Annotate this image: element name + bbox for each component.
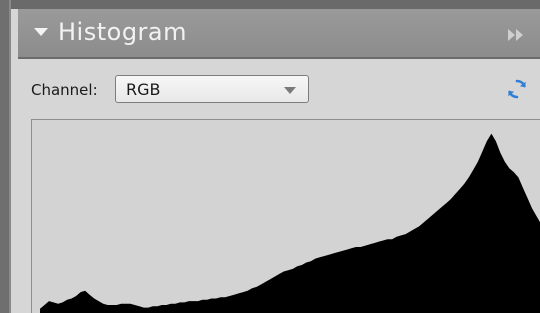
channel-select[interactable]: RGB <box>115 75 309 103</box>
panel-title: Histogram <box>58 18 187 46</box>
channel-value: RGB <box>126 80 161 99</box>
chevron-right-icon <box>516 29 523 41</box>
histogram-display <box>31 119 540 313</box>
left-panel-rail <box>0 0 11 313</box>
histogram-graph <box>40 133 540 313</box>
dropdown-arrow-icon <box>284 87 296 94</box>
panel-menu-icon[interactable] <box>508 26 528 41</box>
refresh-icon <box>508 79 526 99</box>
histogram-area <box>40 133 540 313</box>
channel-label: Channel: <box>31 81 98 99</box>
refresh-button[interactable] <box>505 77 529 101</box>
panel-header[interactable]: Histogram <box>18 9 540 59</box>
chevron-right-icon <box>508 29 515 41</box>
histogram-panel: Histogram Channel: RGB <box>11 9 540 313</box>
collapse-icon[interactable] <box>34 28 48 36</box>
top-divider <box>11 0 540 9</box>
